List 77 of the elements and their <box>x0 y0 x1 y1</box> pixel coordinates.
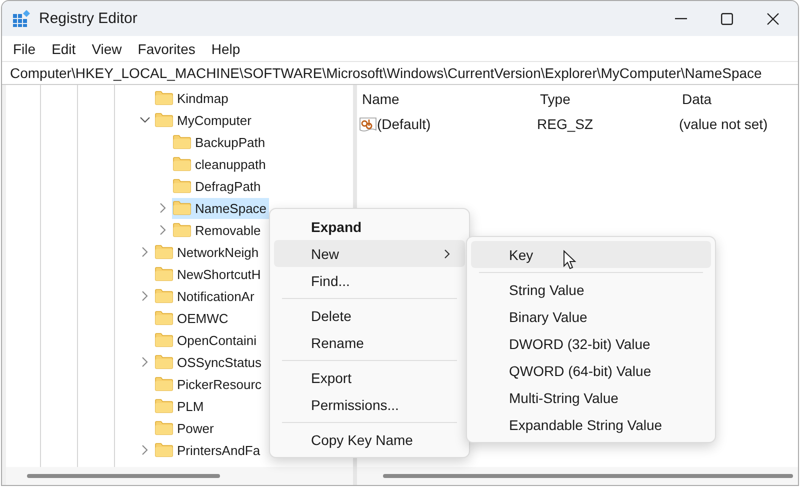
tree-item[interactable]: PrintersAndFa <box>154 440 262 460</box>
tree-item[interactable]: NetworkNeigh <box>154 242 261 262</box>
folder-icon <box>155 289 173 303</box>
folder-icon <box>173 179 191 193</box>
tree-item[interactable]: Kindmap <box>154 88 230 108</box>
tree-item[interactable]: Power <box>154 418 216 438</box>
address-bar[interactable]: Computer\HKEY_LOCAL_MACHINE\SOFTWARE\Microsoft\Windows\CurrentVersion\Explorer\MyComputer\NameSpace <box>2 61 798 84</box>
table-cell-text: REG_SZ <box>536 116 594 132</box>
menu-item[interactable]: Expandable String Value <box>471 411 711 438</box>
tree-item[interactable]: Removable <box>172 220 263 240</box>
tree-item[interactable]: NotificationAr <box>154 286 256 306</box>
maximize-icon[interactable] <box>721 12 733 24</box>
scrollbar-thumb[interactable] <box>27 474 220 478</box>
folder-icon <box>155 245 173 259</box>
tree-item[interactable]: cleanuppath <box>172 154 268 174</box>
menu-item[interactable]: Binary Value <box>471 303 711 330</box>
chevron-icon[interactable] <box>142 247 148 257</box>
folder-icon <box>173 223 191 237</box>
chevron-icon[interactable] <box>142 291 148 301</box>
menu-item[interactable]: DWORD (32-bit) Value <box>471 330 711 357</box>
tree-item[interactable]: PLM <box>154 396 206 416</box>
chevron-icon[interactable] <box>142 357 148 367</box>
close-icon[interactable] <box>767 12 779 24</box>
menu-item[interactable]: Edit <box>44 40 84 56</box>
tree-item[interactable]: OpenContaini <box>154 330 258 350</box>
column-header[interactable]: Name <box>357 91 535 107</box>
chevron-icon[interactable] <box>160 203 166 213</box>
app-icon <box>12 10 30 28</box>
chevron-icon <box>444 248 450 258</box>
chevron-icon[interactable] <box>160 225 166 235</box>
window-title: Registry Editor <box>39 10 138 27</box>
folder-icon <box>155 443 173 457</box>
menu-item[interactable]: View <box>84 40 130 56</box>
menu-item[interactable]: Multi-String Value <box>471 384 711 411</box>
tree-item[interactable]: OEMWC <box>154 308 230 328</box>
menu-item[interactable]: Find... <box>274 267 465 294</box>
tree-item[interactable]: BackupPath <box>172 132 268 152</box>
mouse-pointer-icon <box>563 250 577 270</box>
folder-icon <box>155 311 173 325</box>
tree-item[interactable]: NewShortcutH <box>154 264 263 284</box>
folder-icon <box>155 333 173 347</box>
tree-item[interactable]: NameSpace <box>172 198 269 218</box>
folder-icon <box>155 91 173 105</box>
tree-item[interactable]: PickerResourc <box>154 374 264 394</box>
folder-icon <box>155 377 173 391</box>
menu-item[interactable]: Favorites <box>130 40 204 56</box>
column-header[interactable]: Type <box>535 91 677 107</box>
minimize-icon[interactable] <box>675 18 687 20</box>
menu-item[interactable]: String Value <box>471 276 711 303</box>
menu-item[interactable]: Expand <box>274 213 465 240</box>
table-cell-text: (value not set) <box>678 116 768 132</box>
chevron-icon[interactable] <box>142 445 148 455</box>
tree-item[interactable]: OSSyncStatus <box>154 352 264 372</box>
folder-icon <box>155 399 173 413</box>
menu-item[interactable]: QWORD (64-bit) Value <box>471 357 711 384</box>
chevron-icon[interactable] <box>140 117 150 123</box>
menu-item[interactable]: New <box>274 240 465 267</box>
menu-item[interactable]: Delete <box>274 302 465 329</box>
menu-item[interactable]: Export <box>274 364 465 391</box>
tree-item[interactable]: MyComputer <box>154 110 254 130</box>
menu-item[interactable]: File <box>5 40 44 56</box>
scrollbar-thumb[interactable] <box>383 474 793 478</box>
folder-icon <box>173 135 191 149</box>
folder-icon <box>155 355 173 369</box>
menu-item[interactable]: Permissions... <box>274 391 465 418</box>
folder-icon <box>155 421 173 435</box>
table-cell: (Default) <box>377 116 431 132</box>
folder-icon <box>173 157 191 171</box>
menu-item[interactable]: Rename <box>274 329 465 356</box>
menu-item[interactable]: Copy Key Name <box>274 426 465 453</box>
menu-item[interactable]: Help <box>203 40 248 56</box>
menu-item[interactable]: Key <box>471 241 711 268</box>
tree-item[interactable]: DefragPath <box>172 176 263 196</box>
column-header[interactable]: Data <box>677 91 712 107</box>
folder-icon <box>155 267 173 281</box>
folder-icon <box>155 113 173 127</box>
folder-icon <box>173 201 191 215</box>
